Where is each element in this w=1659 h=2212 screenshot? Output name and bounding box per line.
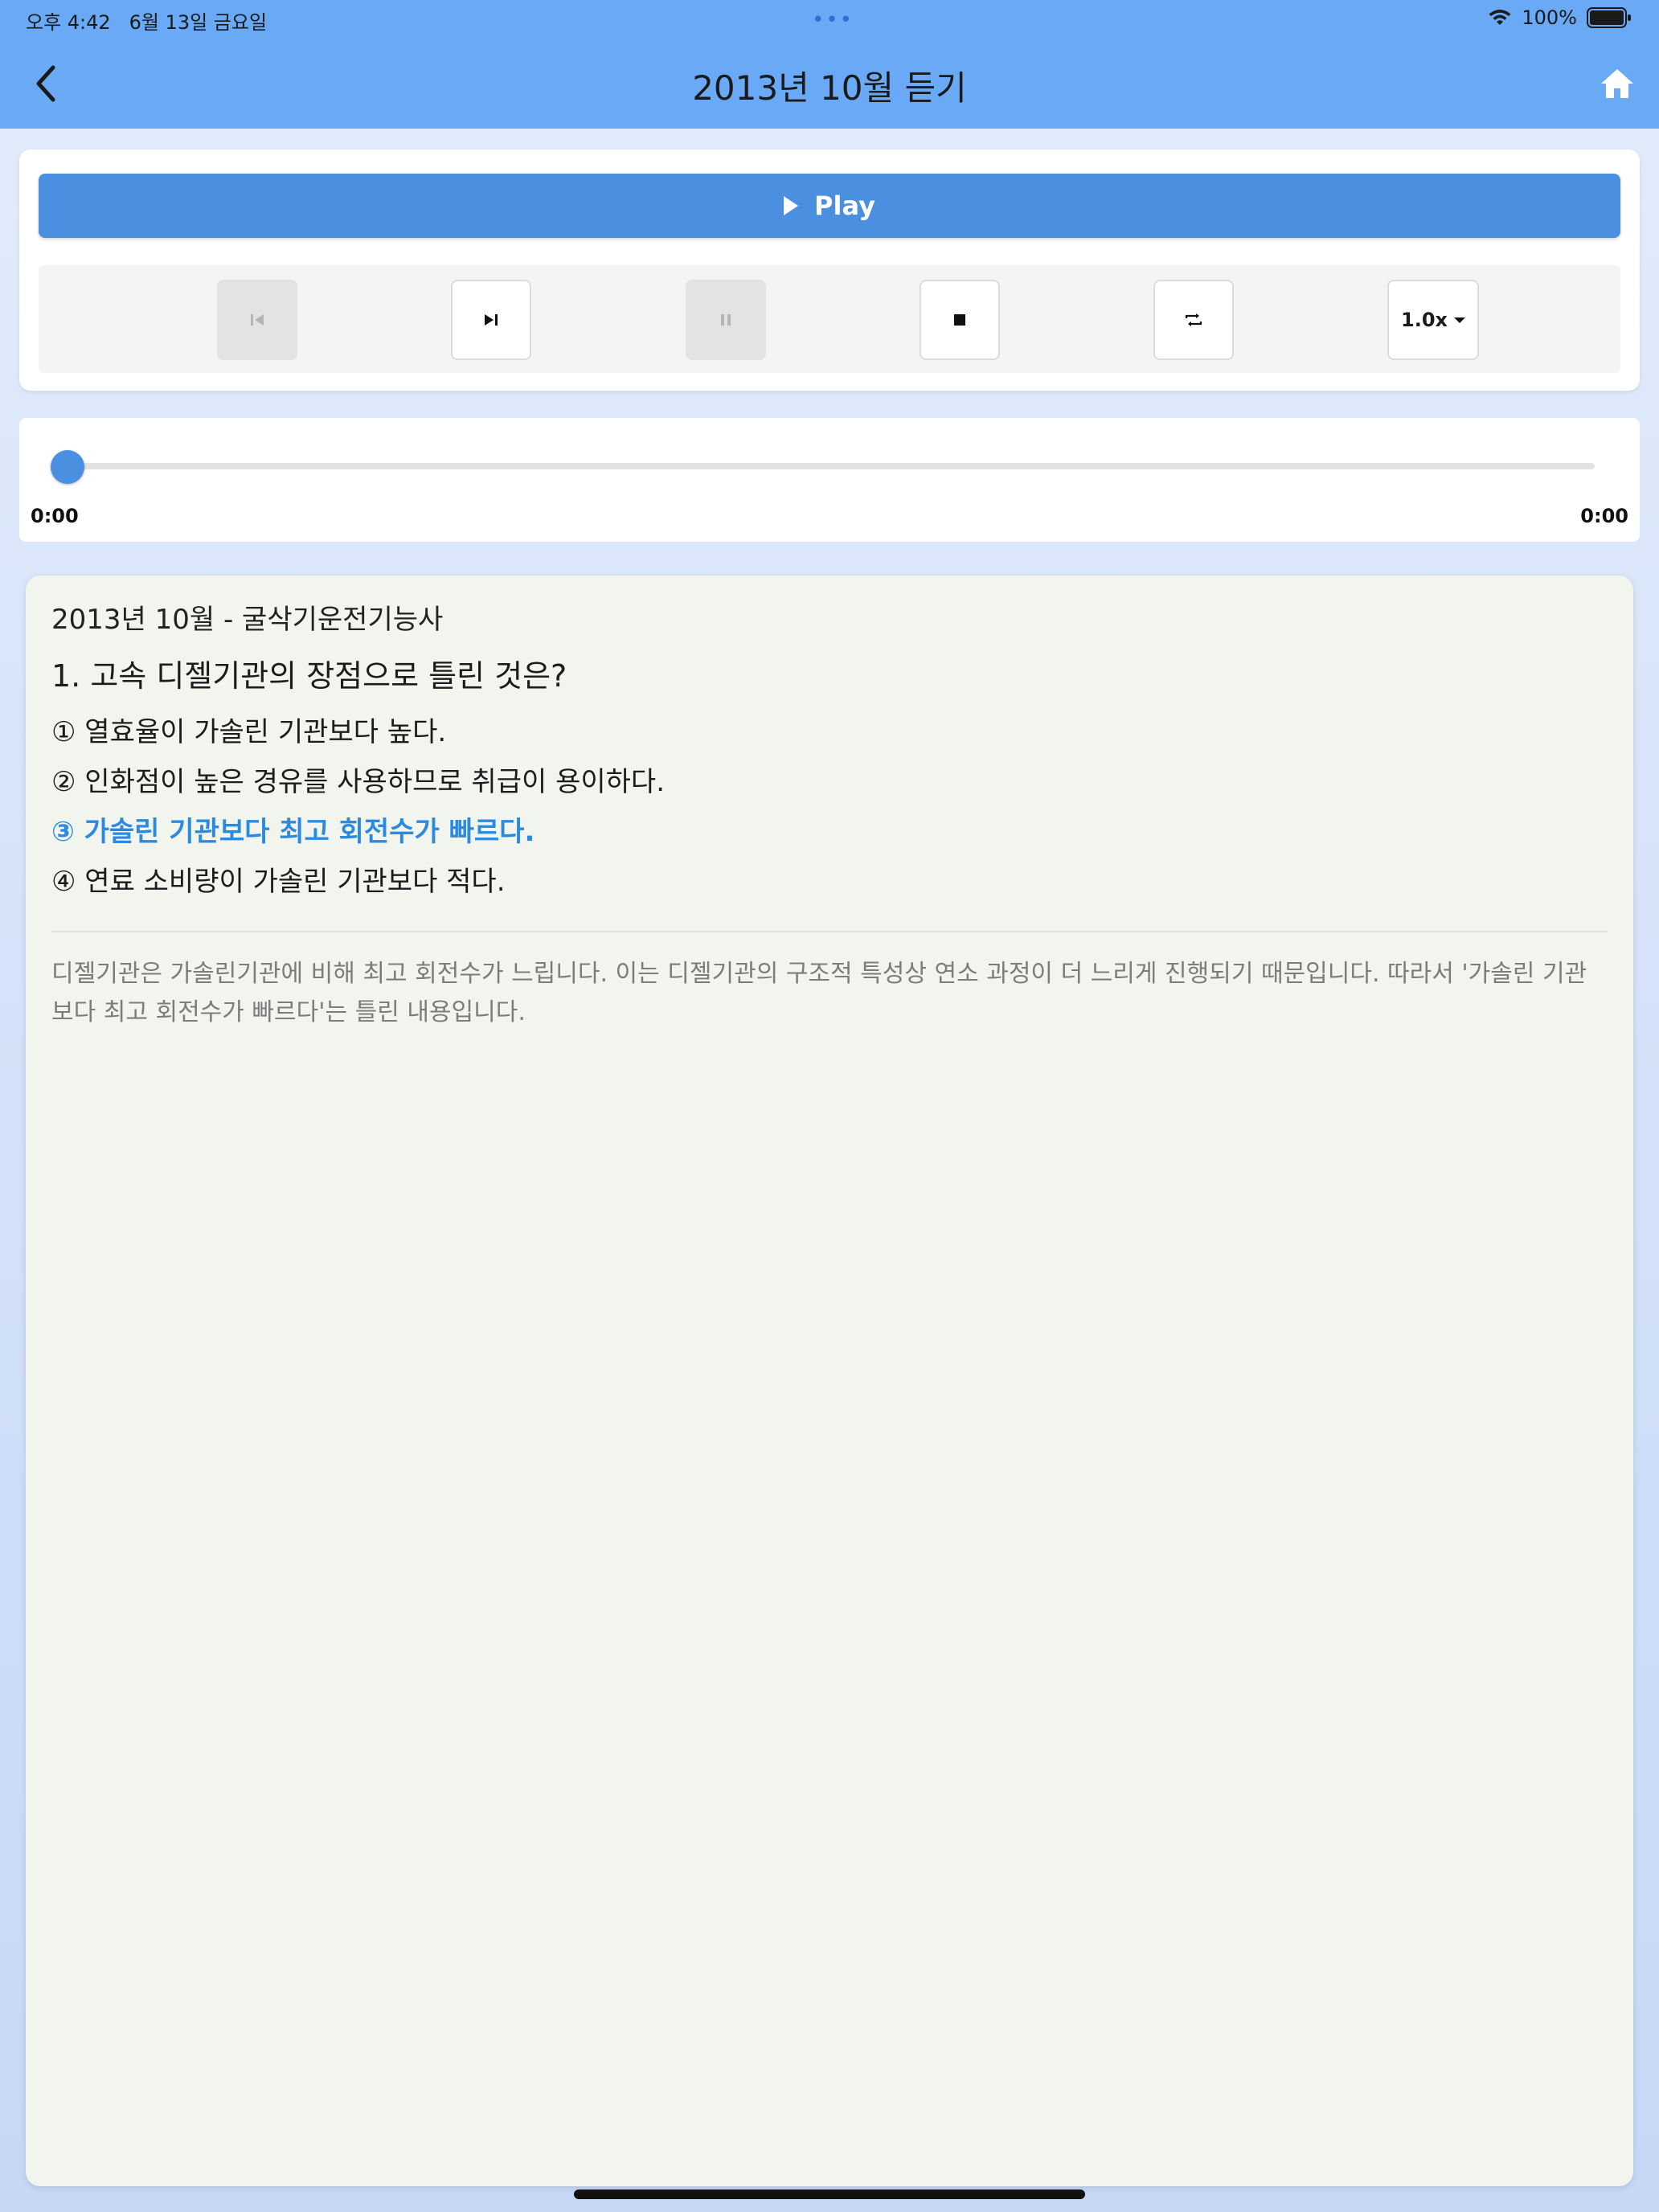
question-text: 1. 고속 디젤기관의 장점으로 틀린 것은? xyxy=(51,657,567,694)
answer-option-1[interactable]: ① 열효율이 가솔린 기관보다 높다. xyxy=(51,715,1608,750)
pause-icon xyxy=(721,314,731,326)
current-time: 0:00 xyxy=(31,505,79,527)
status-clock: 오후 4:42 xyxy=(26,11,111,34)
explanation-text: 디젤기관은 가솔린기관에 비해 최고 회전수가 느립니다. 이는 디젤기관의 구… xyxy=(51,959,1587,1026)
caret-down-icon xyxy=(1454,317,1465,323)
repeat-icon xyxy=(1185,313,1202,326)
stop-icon xyxy=(954,314,965,326)
skip-next-icon xyxy=(485,314,498,326)
exam-title: 2013년 10월 - 굴삭기운전기능사 xyxy=(51,604,444,636)
play-button-label: Play xyxy=(814,190,875,221)
skip-previous-button[interactable] xyxy=(217,280,297,360)
answer-option-4[interactable]: ④ 연료 소비량이 가솔린 기관보다 적다. xyxy=(51,864,1608,899)
play-button[interactable]: Play xyxy=(39,174,1620,238)
progress-card: 0:00 0:00 xyxy=(19,418,1640,542)
battery-icon xyxy=(1587,7,1631,28)
status-indicators: 100% xyxy=(1488,6,1632,29)
home-icon xyxy=(1601,69,1633,98)
playback-controls: 1.0x xyxy=(39,265,1620,373)
wifi-icon xyxy=(1489,10,1511,25)
stop-button[interactable] xyxy=(920,280,1000,360)
status-time: 오후 4:42 6월 13일 금요일 xyxy=(26,6,267,35)
player-card: Play 1.0x xyxy=(19,150,1640,391)
repeat-button[interactable] xyxy=(1153,280,1234,360)
status-date: 6월 13일 금요일 xyxy=(129,11,268,34)
page-title: 2013년 10월 듣기 xyxy=(692,68,967,108)
multitasking-dots[interactable]: ••• xyxy=(812,8,854,32)
progress-slider-track[interactable] xyxy=(68,463,1595,469)
speed-value: 1.0x xyxy=(1401,309,1448,331)
top-bar: 오후 4:42 6월 13일 금요일 ••• 100% 2013년 10월 듣기 xyxy=(0,0,1659,129)
skip-previous-icon xyxy=(251,314,264,326)
answer-options: ① 열효율이 가솔린 기관보다 높다. ② 인화점이 높은 경유를 사용하므로 … xyxy=(51,715,1608,900)
playback-speed-select[interactable]: 1.0x xyxy=(1387,280,1479,360)
answer-option-2[interactable]: ② 인화점이 높은 경유를 사용하므로 취급이 용이하다. xyxy=(51,764,1608,800)
divider xyxy=(51,930,1608,932)
progress-slider-thumb[interactable] xyxy=(51,450,84,484)
home-indicator[interactable] xyxy=(574,2189,1085,2199)
battery-percent: 100% xyxy=(1522,6,1577,29)
question-card: 2013년 10월 - 굴삭기운전기능사 1. 고속 디젤기관의 장점으로 틀린… xyxy=(26,576,1633,2186)
total-time: 0:00 xyxy=(1580,505,1628,527)
pause-button[interactable] xyxy=(686,280,766,360)
answer-option-3-correct[interactable]: ③ 가솔린 기관보다 최고 회전수가 빠르다. xyxy=(51,814,1608,850)
home-button[interactable] xyxy=(1600,66,1635,101)
play-icon xyxy=(784,196,799,215)
skip-next-button[interactable] xyxy=(451,280,531,360)
